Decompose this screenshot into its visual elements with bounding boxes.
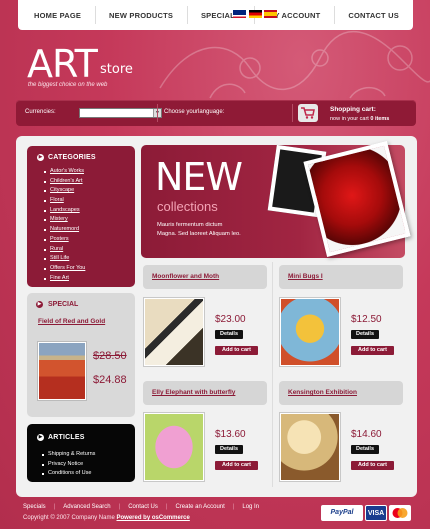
toolbar-separator [292,104,293,122]
details-button[interactable]: Details [215,445,243,454]
copyright: Copyright © 2007 Company Name Powered by… [23,515,190,521]
special-new-price: $24.88 [93,374,127,386]
decorative-swirl [159,30,430,99]
product-name-link[interactable]: Mini Bugs I [288,273,323,280]
mastercard-glyph-icon [392,508,408,518]
special-product-link[interactable]: Field of Red and Gold [38,318,105,325]
article-link[interactable]: Conditions of Use [42,469,95,479]
category-link[interactable]: Landscapes [44,206,85,216]
add-to-cart-button[interactable]: Add to cart [215,461,258,470]
toolbar-separator [157,104,158,122]
footer-link-log-in[interactable]: Log In [242,504,259,510]
bullet-icon: ▶ [37,154,44,161]
details-button[interactable]: Details [215,330,243,339]
categories-list: Autor's Works Children's Art Cityscape F… [44,167,85,283]
logo-store[interactable]: store [100,62,133,77]
nav-home-page[interactable]: HOME PAGE [34,11,81,20]
product-image[interactable] [144,413,204,481]
add-to-cart-button[interactable]: Add to cart [351,461,394,470]
category-link[interactable]: Rural [44,245,85,255]
category-link[interactable]: Autor's Works [44,167,85,177]
category-link[interactable]: Offers For You [44,264,85,274]
shopping-cart-icon[interactable] [298,104,318,122]
nav-new-products[interactable]: NEW PRODUCTS [109,11,173,20]
nav-contact-us[interactable]: CONTACT US [348,11,399,20]
product-divider [272,262,273,487]
special-product-image[interactable] [38,342,86,400]
categories-title: CATEGORIES [48,154,96,161]
footer-link-contact-us[interactable]: Contact Us [128,504,158,510]
cart-summary: now in your cart 0 items [330,116,389,122]
add-to-cart-button[interactable]: Add to cart [215,346,258,355]
footer-link-create-account[interactable]: Create an Account [175,504,224,510]
product-price: $23.00 [215,314,246,325]
nav-separator [186,6,188,24]
mastercard-icon [389,505,411,521]
cart-glyph-icon [301,107,315,119]
nav-separator [94,6,96,24]
product-image[interactable] [144,298,204,366]
articles-list: Shipping & Returns Privacy Notice Condit… [42,450,95,479]
special-title: SPECIAL [48,301,79,308]
footer-separator: | [232,504,235,510]
banner-text: Mauris fermentum dictum [157,222,223,228]
category-link[interactable]: Children's Art [44,177,85,187]
logo-art[interactable]: ART [27,42,98,86]
product-name-link[interactable]: Kensington Exhibition [288,389,357,396]
footer-links: Specials | Advanced Search | Contact Us … [23,504,259,510]
cart-count: 0 items [370,116,390,122]
logo-tagline: the biggest choice on the web [28,82,108,88]
product-price: $14.60 [351,429,382,440]
nav-separator [333,6,335,24]
footer-separator: | [165,504,168,510]
category-link[interactable]: Still Life [44,254,85,264]
footer-separator: | [53,504,56,510]
footer-separator: | [118,504,121,510]
category-link[interactable]: Fine Art [44,274,85,284]
category-link[interactable]: Floral [44,196,85,206]
category-link[interactable]: Naturemord [44,225,85,235]
category-link[interactable]: Posters [44,235,85,245]
banner-subheadline: collections [157,199,218,214]
currencies-label: Currencies: [25,109,56,115]
powered-by-link[interactable]: Powered by osCommerce [116,515,189,521]
top-navigation: HOME PAGE NEW PRODUCTS SPECIALS MY ACCOU… [18,0,413,30]
toolbar: Currencies: ▼ Choose yourlanguage: [16,100,416,126]
copyright-text: Copyright © 2007 Company Name [23,515,115,521]
german-flag-icon[interactable] [249,10,262,18]
paypal-logo: PayPal [321,505,363,521]
details-button[interactable]: Details [351,330,379,339]
category-link[interactable]: Cityscape [44,186,85,196]
product-image[interactable] [280,413,340,481]
articles-title: ARTICLES [48,434,85,441]
banner-text: Magna. Sed laoreet Aliquam leo. [157,231,241,237]
product-name-link[interactable]: Elly Elephant with butterfly [152,389,235,396]
product-image[interactable] [280,298,340,366]
footer-link-advanced-search[interactable]: Advanced Search [63,504,110,510]
cart-prefix: now in your cart [330,116,369,122]
product-price: $12.50 [351,314,382,325]
article-link[interactable]: Privacy Notice [42,460,95,470]
bullet-icon: ▶ [36,301,43,308]
details-button[interactable]: Details [351,445,379,454]
product-name-link[interactable]: Moonflower and Moth [152,273,219,280]
spanish-flag-icon[interactable] [264,10,277,18]
banner-headline: NEW [155,155,243,199]
special-old-price: $28.50 [93,350,127,362]
add-to-cart-button[interactable]: Add to cart [351,346,394,355]
visa-logo: VISA [365,505,387,521]
footer-link-specials[interactable]: Specials [23,504,46,510]
currency-select[interactable]: ▼ [79,108,162,118]
language-label: Choose yourlanguage: [164,109,225,115]
english-flag-icon[interactable] [233,10,246,18]
bullet-icon: ▶ [37,434,44,441]
product-price: $13.60 [215,429,246,440]
category-link[interactable]: Mistery [44,215,85,225]
article-link[interactable]: Shipping & Returns [42,450,95,460]
cart-title[interactable]: Shopping cart: [330,106,376,113]
